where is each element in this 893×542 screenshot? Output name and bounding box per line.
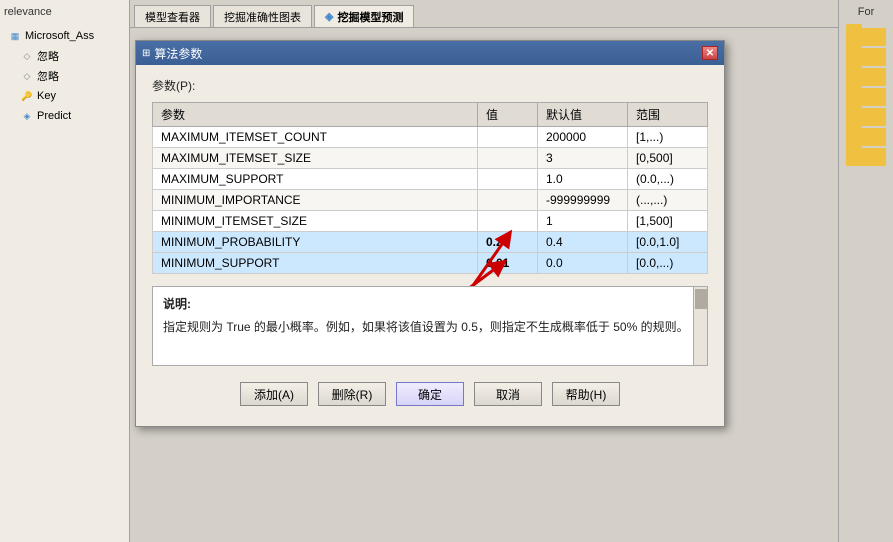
table-row[interactable]: MAXIMUM_SUPPORT 1.0 (0.0,...) xyxy=(153,169,708,190)
app-background: relevance ▦ Microsoft_Ass ◇ 忽略 ◇ 忽略 🔑 Ke… xyxy=(0,0,893,542)
left-sidebar: relevance ▦ Microsoft_Ass ◇ 忽略 ◇ 忽略 🔑 Ke… xyxy=(0,0,130,542)
folder-icon-7[interactable] xyxy=(846,148,886,166)
param-name: MAXIMUM_SUPPORT xyxy=(153,169,478,190)
params-table: 参数 值 默认值 范围 MAXIMUM_ITEMSET_COUNT 200000… xyxy=(152,102,708,274)
tab-accuracy-chart[interactable]: 挖掘准确性图表 xyxy=(213,5,312,27)
table-row[interactable]: MAXIMUM_ITEMSET_SIZE 3 [0,500] xyxy=(153,148,708,169)
param-value[interactable]: 0.01 xyxy=(478,253,538,274)
ok-button[interactable]: 确定 xyxy=(396,382,464,406)
tab-model-predict[interactable]: ◈ 挖掘模型预测 xyxy=(314,5,414,27)
param-range: [1,500] xyxy=(628,211,708,232)
param-default: 0.4 xyxy=(538,232,628,253)
dialog-close-button[interactable]: ✕ xyxy=(702,46,718,60)
param-range: [0.0,1.0] xyxy=(628,232,708,253)
table-header-row: 参数 值 默认值 范围 xyxy=(153,103,708,127)
sidebar-header: relevance xyxy=(0,4,129,20)
param-value[interactable]: 0.2 xyxy=(478,232,538,253)
param-default: 1.0 xyxy=(538,169,628,190)
description-text: 指定规则为 True 的最小概率。例如，如果将该值设置为 0.5，则指定不生成概… xyxy=(163,318,697,337)
delete-button[interactable]: 删除(R) xyxy=(318,382,386,406)
cancel-button[interactable]: 取消 xyxy=(474,382,542,406)
predict-icon: ◈ xyxy=(20,109,34,123)
sidebar-item-microsoft[interactable]: ▦ Microsoft_Ass xyxy=(4,26,129,46)
description-scrollbar[interactable] xyxy=(693,287,707,365)
table-row[interactable]: MINIMUM_PROBABILITY 0.2 0.4 [0.0,1.0] xyxy=(153,232,708,253)
param-value[interactable] xyxy=(478,169,538,190)
table-row[interactable]: MINIMUM_ITEMSET_SIZE 1 [1,500] xyxy=(153,211,708,232)
param-default: 3 xyxy=(538,148,628,169)
param-name: MAXIMUM_ITEMSET_SIZE xyxy=(153,148,478,169)
col-header-param: 参数 xyxy=(153,103,478,127)
ignore-icon-2: ◇ xyxy=(20,69,34,83)
param-name: MINIMUM_ITEMSET_SIZE xyxy=(153,211,478,232)
key-icon: 🔑 xyxy=(20,89,34,103)
param-value[interactable] xyxy=(478,190,538,211)
param-default: 200000 xyxy=(538,127,628,148)
dialog-titlebar: ⊞ 算法参数 ✕ xyxy=(136,41,724,65)
param-name: MINIMUM_PROBABILITY xyxy=(153,232,478,253)
ignore-icon-1: ◇ xyxy=(20,49,34,63)
scrollbar-thumb xyxy=(695,289,707,309)
param-value[interactable] xyxy=(478,211,538,232)
tab-model-viewer[interactable]: 模型查看器 xyxy=(134,5,211,27)
sidebar-item-ignore1[interactable]: ◇ 忽略 xyxy=(16,46,129,66)
dialog-title-text: 算法参数 xyxy=(154,45,202,62)
sidebar-item-predict[interactable]: ◈ Predict xyxy=(16,106,129,126)
tab-diamond-icon: ◈ xyxy=(325,10,333,23)
param-range: [0,500] xyxy=(628,148,708,169)
param-range: [1,...) xyxy=(628,127,708,148)
table-container: 参数 值 默认值 范围 MAXIMUM_ITEMSET_COUNT 200000… xyxy=(152,102,708,274)
param-value[interactable] xyxy=(478,127,538,148)
dialog-content: 参数(P): 参数 值 默认值 范围 MAXIMUM_ITEMSET xyxy=(136,65,724,426)
col-header-range: 范围 xyxy=(628,103,708,127)
param-range: (...,...) xyxy=(628,190,708,211)
table-row[interactable]: MAXIMUM_ITEMSET_COUNT 200000 [1,...) xyxy=(153,127,708,148)
table-row[interactable]: MINIMUM_SUPPORT 0.01 0.0 [0.0,...) xyxy=(153,253,708,274)
dialog-title-left: ⊞ 算法参数 xyxy=(142,45,202,62)
param-default: 0.0 xyxy=(538,253,628,274)
tab-bar: 模型查看器 挖掘准确性图表 ◈ 挖掘模型预测 xyxy=(130,0,893,28)
param-name: MAXIMUM_ITEMSET_COUNT xyxy=(153,127,478,148)
table-row[interactable]: MINIMUM_IMPORTANCE -999999999 (...,...) xyxy=(153,190,708,211)
param-range: (0.0,...) xyxy=(628,169,708,190)
params-label: 参数(P): xyxy=(152,77,708,94)
description-title: 说明: xyxy=(163,295,697,312)
doc-icon: ▦ xyxy=(8,29,22,43)
param-name: MINIMUM_IMPORTANCE xyxy=(153,190,478,211)
param-value[interactable] xyxy=(478,148,538,169)
sidebar-item-key[interactable]: 🔑 Key xyxy=(16,86,129,106)
param-name: MINIMUM_SUPPORT xyxy=(153,253,478,274)
add-button[interactable]: 添加(A) xyxy=(240,382,308,406)
sidebar-item-ignore2[interactable]: ◇ 忽略 xyxy=(16,66,129,86)
col-header-value: 值 xyxy=(478,103,538,127)
dialog-buttons: 添加(A) 删除(R) 确定 取消 帮助(H) xyxy=(152,378,708,414)
help-button[interactable]: 帮助(H) xyxy=(552,382,620,406)
description-section: 说明: 指定规则为 True 的最小概率。例如，如果将该值设置为 0.5，则指定… xyxy=(152,286,708,366)
col-header-default: 默认值 xyxy=(538,103,628,127)
param-default: 1 xyxy=(538,211,628,232)
param-default: -999999999 xyxy=(538,190,628,211)
dialog-title-icon: ⊞ xyxy=(142,48,150,59)
right-sidebar-label: For xyxy=(839,4,893,20)
param-range: [0.0,...) xyxy=(628,253,708,274)
algorithm-params-dialog: ⊞ 算法参数 ✕ 参数(P): 参数 值 默认值 范围 xyxy=(135,40,725,427)
right-sidebar: For xyxy=(838,0,893,542)
